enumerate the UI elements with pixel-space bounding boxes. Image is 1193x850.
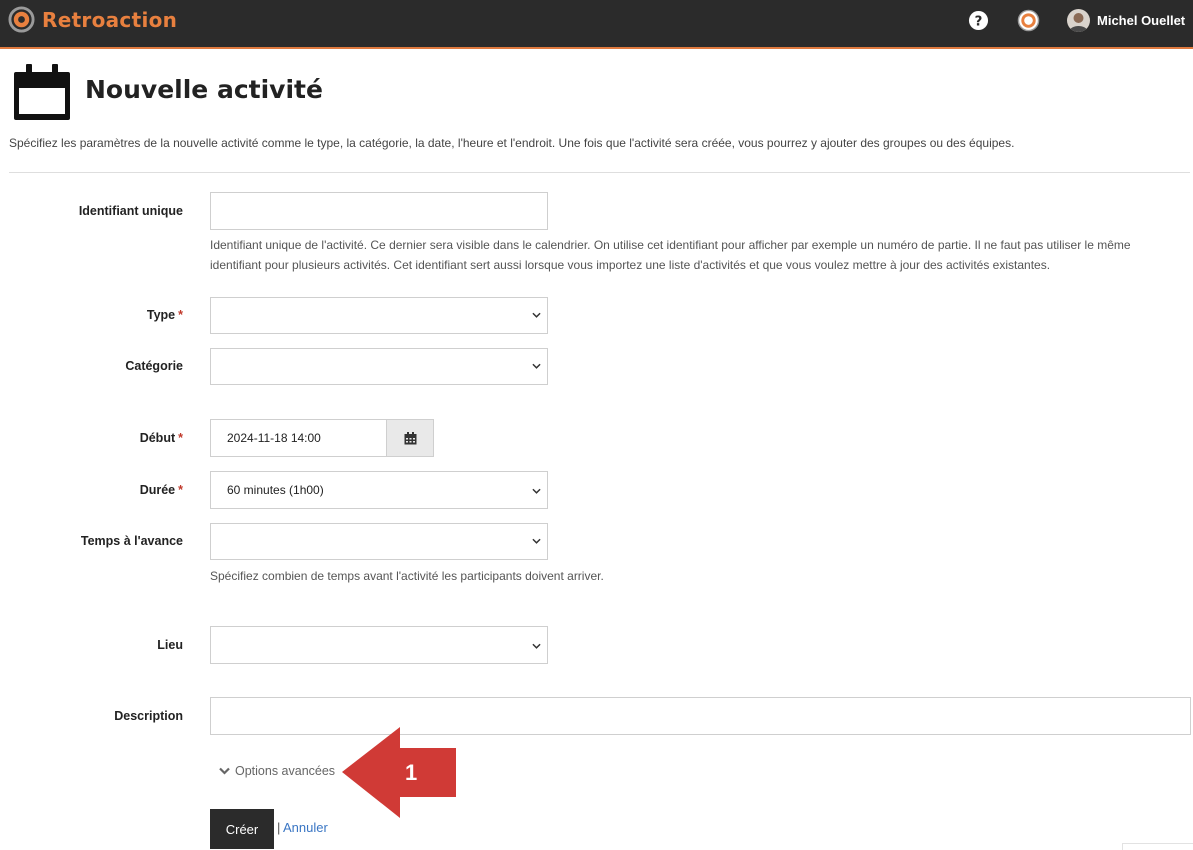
cancel-link[interactable]: Annuler <box>283 820 328 835</box>
user-avatar[interactable] <box>1067 9 1090 32</box>
location-label-text: Lieu <box>157 638 183 652</box>
category-select[interactable] <box>210 348 548 385</box>
advanced-options-toggle[interactable]: Options avancées <box>219 764 335 778</box>
type-label: Type * <box>0 308 183 322</box>
top-navbar: Retroaction ? Michel Ouellet <box>0 0 1193 49</box>
app-logo[interactable]: Retroaction <box>8 6 177 33</box>
identifier-label: Identifiant unique <box>0 204 183 218</box>
chevron-down-icon <box>532 488 541 494</box>
user-name[interactable]: Michel Ouellet <box>1097 13 1185 28</box>
annotation-arrow <box>342 727 456 818</box>
chevron-down-icon <box>532 363 541 369</box>
description-label-text: Description <box>114 709 183 723</box>
chevron-down-icon <box>532 312 541 318</box>
description-label: Description <box>0 709 183 723</box>
required-mark: * <box>178 483 183 497</box>
avatar-photo-icon <box>1067 9 1090 32</box>
duration-label-text: Durée <box>139 483 176 497</box>
duration-label: Durée * <box>0 483 183 497</box>
required-mark: * <box>178 431 183 445</box>
button-separator: | <box>277 820 281 835</box>
advance-time-help: Spécifiez combien de temps avant l'activ… <box>210 569 604 583</box>
header-divider <box>9 172 1190 173</box>
advance-time-label-text: Temps à l'avance <box>80 534 183 548</box>
duration-select[interactable]: 60 minutes (1h00) <box>210 471 548 509</box>
page-title: Nouvelle activité <box>85 75 323 104</box>
advance-time-select[interactable] <box>210 523 548 560</box>
chevron-down-icon <box>219 767 230 775</box>
category-label: Catégorie <box>0 359 183 373</box>
identifier-label-text: Identifiant unique <box>78 204 183 218</box>
start-value: 2024-11-18 14:00 <box>227 431 321 445</box>
support-lifebuoy-icon[interactable] <box>1017 9 1040 32</box>
retroaction-logo-icon <box>8 6 35 33</box>
start-label-text: Début <box>139 431 176 445</box>
chevron-down-icon <box>532 643 541 649</box>
calendar-icon <box>14 64 70 120</box>
identifier-help-line1: Identifiant unique de l'activité. Ce der… <box>210 238 1131 252</box>
create-button[interactable]: Créer <box>210 809 274 849</box>
svg-text:?: ? <box>975 14 983 29</box>
category-label-text: Catégorie <box>125 359 183 373</box>
help-icon[interactable]: ? <box>968 10 989 31</box>
page-intro-text: Spécifiez les paramètres de la nouvelle … <box>9 136 1015 150</box>
start-label: Début * <box>0 431 183 445</box>
identifier-help: Identifiant unique de l'activité. Ce der… <box>210 235 1131 275</box>
advanced-options-label: Options avancées <box>235 764 336 778</box>
chevron-down-icon <box>532 538 541 544</box>
location-label: Lieu <box>0 638 183 652</box>
identifier-input[interactable] <box>210 192 548 230</box>
type-select[interactable] <box>210 297 548 334</box>
advance-time-label: Temps à l'avance <box>0 534 183 548</box>
app-name: Retroaction <box>42 7 178 32</box>
type-label-text: Type <box>146 308 176 322</box>
date-picker-button[interactable] <box>386 419 434 457</box>
location-select[interactable] <box>210 626 548 664</box>
calendar-small-icon <box>404 432 417 445</box>
duration-value: 60 minutes (1h00) <box>227 483 324 497</box>
annotation-number: 1 <box>405 760 418 785</box>
required-mark: * <box>178 308 183 322</box>
identifier-help-line2: identifiant pour plusieurs activités. Ce… <box>210 258 1051 272</box>
start-datetime-input[interactable]: 2024-11-18 14:00 <box>210 419 388 457</box>
